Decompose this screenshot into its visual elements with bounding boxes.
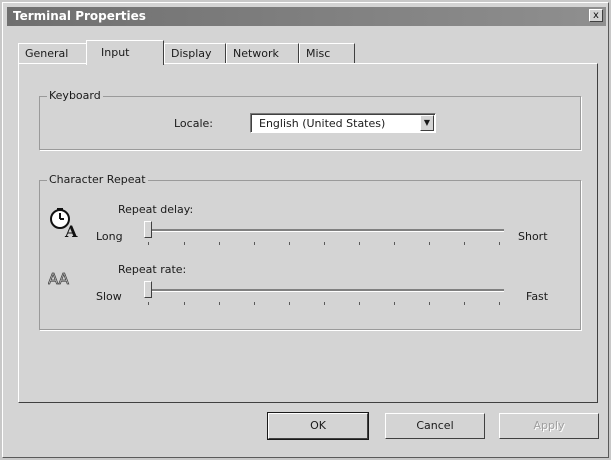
repeat-rate-max-label: Fast [526,290,549,303]
close-button[interactable]: x [589,9,603,22]
slider-tick [324,242,325,245]
slider-tick [394,302,395,305]
tab-panel: Keyboard Locale: English (United States)… [18,63,598,403]
repeat-delay-label: Repeat delay: [118,203,194,216]
locale-value: English (United States) [259,117,386,130]
tab-network-label: Network [233,47,279,60]
close-icon: x [593,10,599,21]
slider-tick [464,242,465,245]
slider-tick [394,242,395,245]
clock-letter-icon: A [50,208,78,239]
title-bar[interactable]: Terminal Properties x [7,7,606,26]
repeat-rate-min-label: Slow [96,290,122,303]
slider-tick [289,242,290,245]
slider-tick [254,302,255,305]
tab-input[interactable]: Input [86,40,164,65]
repeat-delay-track [144,229,504,232]
slider-tick [499,302,500,305]
repeat-delay-max-label: Short [518,230,548,243]
tab-input-label: Input [101,46,130,59]
tab-general[interactable]: General [18,43,88,63]
tab-network[interactable]: Network [226,43,299,63]
apply-button[interactable]: Apply [499,413,599,439]
svg-text:A: A [64,222,78,239]
keyboard-legend: Keyboard [47,89,103,102]
slider-tick [219,242,220,245]
repeat-delay-slider[interactable] [144,221,504,249]
slider-tick [254,242,255,245]
slider-tick [184,242,185,245]
repeat-rate-slider[interactable] [144,281,504,309]
slider-tick [148,242,149,245]
slider-tick [429,302,430,305]
slider-tick [464,302,465,305]
double-letter-icon: AA [48,270,70,289]
locale-select[interactable]: English (United States) ▼ [250,113,436,133]
repeat-rate-track [144,289,504,292]
tab-display[interactable]: Display [164,43,226,63]
slider-tick [499,242,500,245]
chevron-down-icon[interactable]: ▼ [420,115,434,131]
repeat-delay-min-label: Long [96,230,123,243]
repeat-rate-label: Repeat rate: [118,263,187,276]
tab-display-label: Display [171,47,212,60]
svg-text:AA: AA [48,270,70,288]
slider-tick [429,242,430,245]
ok-button[interactable]: OK [267,412,369,440]
slider-tick [148,302,149,305]
repeat-rate-thumb[interactable] [144,281,152,298]
slider-tick [359,242,360,245]
tab-general-label: General [25,47,69,60]
cancel-button[interactable]: Cancel [385,413,485,439]
slider-tick [219,302,220,305]
character-repeat-legend: Character Repeat [47,173,148,186]
locale-label: Locale: [174,117,213,130]
window-title: Terminal Properties [13,9,146,23]
slider-tick [289,302,290,305]
slider-tick [359,302,360,305]
slider-tick [324,302,325,305]
tab-misc[interactable]: Misc [299,43,355,63]
slider-tick [184,302,185,305]
character-repeat-group: Character Repeat A Repeat delay: Long Sh… [39,173,581,330]
tab-misc-label: Misc [306,47,331,60]
keyboard-group: Keyboard Locale: English (United States)… [39,89,581,150]
repeat-delay-thumb[interactable] [144,221,152,238]
